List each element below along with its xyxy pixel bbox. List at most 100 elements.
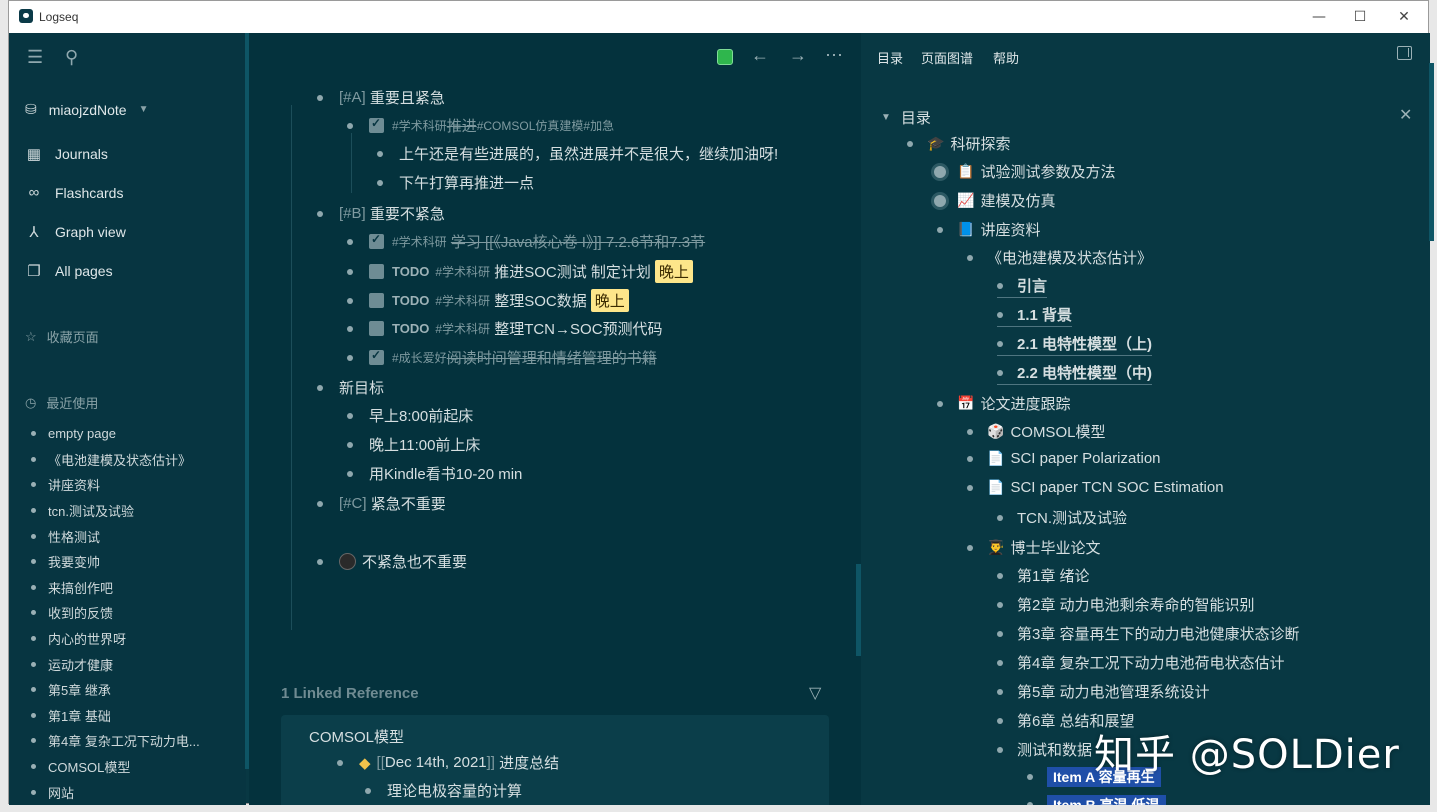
toc-item[interactable]: Item B 高温 低温 xyxy=(1027,795,1166,805)
bullet[interactable] xyxy=(1027,802,1033,805)
sidebar-toggle-icon[interactable] xyxy=(1397,46,1412,60)
bullet[interactable] xyxy=(997,746,1003,753)
recent-item[interactable]: 来搞创作吧 xyxy=(31,575,241,601)
block-priority-c[interactable]: [#C] 紧急不重要 xyxy=(317,493,446,514)
block-priority-d[interactable]: 不紧急也不重要 xyxy=(317,551,467,572)
bullet[interactable] xyxy=(967,484,973,491)
tab-help[interactable]: 帮助 xyxy=(993,48,1019,67)
toc-item[interactable]: 测试和数据 xyxy=(997,739,1092,760)
bullet[interactable] xyxy=(997,369,1003,376)
toc-item[interactable]: 第3章 容量再生下的动力电池健康状态诊断 xyxy=(997,623,1300,644)
recent-item[interactable]: 运动才健康 xyxy=(31,651,241,677)
tag[interactable]: #COMSOL仿真建模 xyxy=(477,117,584,134)
block-task[interactable]: #成长爱好 阅读时间管理和情绪管理的书籍 xyxy=(347,347,657,368)
block-goal[interactable]: 晚上11:00前上床 xyxy=(347,434,480,455)
menu-icon[interactable]: ☰ xyxy=(27,47,43,68)
bullet[interactable] xyxy=(997,340,1003,347)
priority-marker[interactable]: [#B] xyxy=(339,205,366,222)
tag[interactable]: #学术科研 xyxy=(435,263,490,280)
bullet[interactable] xyxy=(967,455,973,462)
recent-item[interactable]: 第4章 复杂工况下动力电... xyxy=(31,728,241,754)
toc-item[interactable]: 📋 试验测试参数及方法 xyxy=(934,161,1115,182)
bullet[interactable] xyxy=(347,441,353,448)
bullet[interactable] xyxy=(317,210,323,217)
ref-page-title[interactable]: COMSOL模型 xyxy=(309,726,404,747)
bullet[interactable] xyxy=(997,630,1003,637)
bullet[interactable] xyxy=(317,384,323,391)
bullet[interactable] xyxy=(347,354,353,361)
block-task[interactable]: TODO #学术科研 整理TCN→SOC预测代码 xyxy=(347,318,663,339)
recent-item[interactable]: 内心的世界呀 xyxy=(31,626,241,652)
toc-item[interactable]: TCN.测试及试验 xyxy=(997,507,1127,528)
toc-item[interactable]: 第5章 动力电池管理系统设计 xyxy=(997,681,1210,702)
close-icon[interactable]: ✕ xyxy=(1399,105,1412,125)
bullet[interactable] xyxy=(347,238,353,245)
bullet[interactable] xyxy=(907,140,913,147)
task-checkbox[interactable] xyxy=(369,348,384,365)
block-priority-b[interactable]: [#B] 重要不紧急 xyxy=(317,203,445,224)
toc-item[interactable]: 第4章 复杂工况下动力电池荷电状态估计 xyxy=(997,652,1285,673)
toc-item[interactable]: 第2章 动力电池剩余寿命的智能识别 xyxy=(997,594,1255,615)
toc-item[interactable]: Item A 容量再生 xyxy=(1027,767,1161,787)
block-task[interactable]: #学术科研 学习 [[《Java核心卷 I》]] 7.2.6节和7.3节 xyxy=(347,231,705,252)
recent-item[interactable]: 性格测试 xyxy=(31,523,241,549)
search-icon[interactable]: ⚲ xyxy=(65,47,78,68)
toc-item[interactable]: 📄 SCI paper Polarization xyxy=(967,450,1161,467)
bullet[interactable] xyxy=(377,150,383,157)
block-task[interactable]: TODO #学术科研 推进SOC测试 制定计划 晚上 xyxy=(347,260,693,283)
bullet[interactable] xyxy=(347,325,353,332)
sync-status-indicator[interactable] xyxy=(717,49,733,65)
tag[interactable]: #学术科研 xyxy=(435,320,490,337)
recent-item[interactable]: 网站 xyxy=(31,779,241,805)
bullet[interactable] xyxy=(997,311,1003,318)
right-scrollbar[interactable] xyxy=(1429,63,1434,241)
bullet[interactable] xyxy=(997,717,1003,724)
task-checkbox[interactable] xyxy=(369,116,384,133)
toc-item[interactable]: 第1章 绪论 xyxy=(997,565,1090,586)
bullet[interactable] xyxy=(347,297,353,304)
priority-marker[interactable]: [#C] xyxy=(339,495,367,512)
back-arrow-icon[interactable]: ← xyxy=(751,45,769,66)
tab-toc[interactable]: 目录 xyxy=(877,48,903,67)
block-new-goal[interactable]: 新目标 xyxy=(317,377,384,398)
bullet[interactable] xyxy=(347,268,353,275)
toc-item[interactable]: 👨‍🎓 博士毕业论文 xyxy=(967,537,1100,558)
nav-journals[interactable]: ▦ Journals xyxy=(25,145,108,163)
bullet[interactable] xyxy=(997,659,1003,666)
toc-item[interactable]: 📘 讲座资料 xyxy=(937,219,1040,240)
block-priority-a[interactable]: [#A] 重要且紧急 xyxy=(317,87,445,108)
tag[interactable]: #成长爱好 xyxy=(392,349,447,366)
tab-page-graph[interactable]: 页面图谱 xyxy=(921,48,973,67)
filter-icon[interactable]: ▽ xyxy=(809,683,821,703)
toc-item[interactable]: 📅 论文进度跟踪 xyxy=(937,393,1070,414)
recent-header[interactable]: ◷ 最近使用 xyxy=(25,393,98,412)
tag[interactable]: #加急 xyxy=(583,117,614,134)
block-task[interactable]: #学术科研 推进 #COMSOL仿真建模 #加急 xyxy=(347,115,614,136)
block-child[interactable]: 下午打算再推进一点 xyxy=(377,172,534,193)
recent-item[interactable]: 我要变帅 xyxy=(31,549,241,575)
bullet[interactable] xyxy=(365,787,371,794)
block-task[interactable]: TODO #学术科研 整理SOC数据 晚上 xyxy=(347,289,629,312)
recent-item[interactable]: 收到的反馈 xyxy=(31,600,241,626)
close-button[interactable]: ✕ xyxy=(1390,6,1418,28)
bullet[interactable] xyxy=(997,514,1003,521)
bullet[interactable] xyxy=(347,470,353,477)
tag[interactable]: #学术科研 xyxy=(435,292,490,309)
ref-page-name[interactable]: COMSOL模型 xyxy=(309,726,404,747)
toc-item[interactable]: 第6章 总结和展望 xyxy=(997,710,1135,731)
favorites-header[interactable]: ☆ 收藏页面 xyxy=(25,327,99,346)
bullet[interactable] xyxy=(937,400,943,407)
recent-item[interactable]: 《电池建模及状态估计》 xyxy=(31,447,241,473)
todo-marker[interactable]: TODO xyxy=(392,293,429,308)
toc-item[interactable]: 《电池建模及状态估计》 xyxy=(967,247,1152,268)
bullet[interactable] xyxy=(317,94,323,101)
bullet[interactable] xyxy=(997,572,1003,579)
task-checkbox[interactable] xyxy=(369,264,384,279)
bullet[interactable] xyxy=(317,558,323,565)
toc-heading[interactable]: 2.2 电特性模型（中) xyxy=(997,362,1153,385)
recent-item[interactable]: tcn.测试及试验 xyxy=(31,498,241,524)
bullet[interactable] xyxy=(337,759,343,766)
block-child[interactable]: 上午还是有些进展的，虽然进展并不是很大，继续加油呀! xyxy=(377,143,778,164)
todo-marker[interactable]: TODO xyxy=(392,321,429,336)
nav-graph-view[interactable]: ⅄ Graph view xyxy=(25,223,125,241)
